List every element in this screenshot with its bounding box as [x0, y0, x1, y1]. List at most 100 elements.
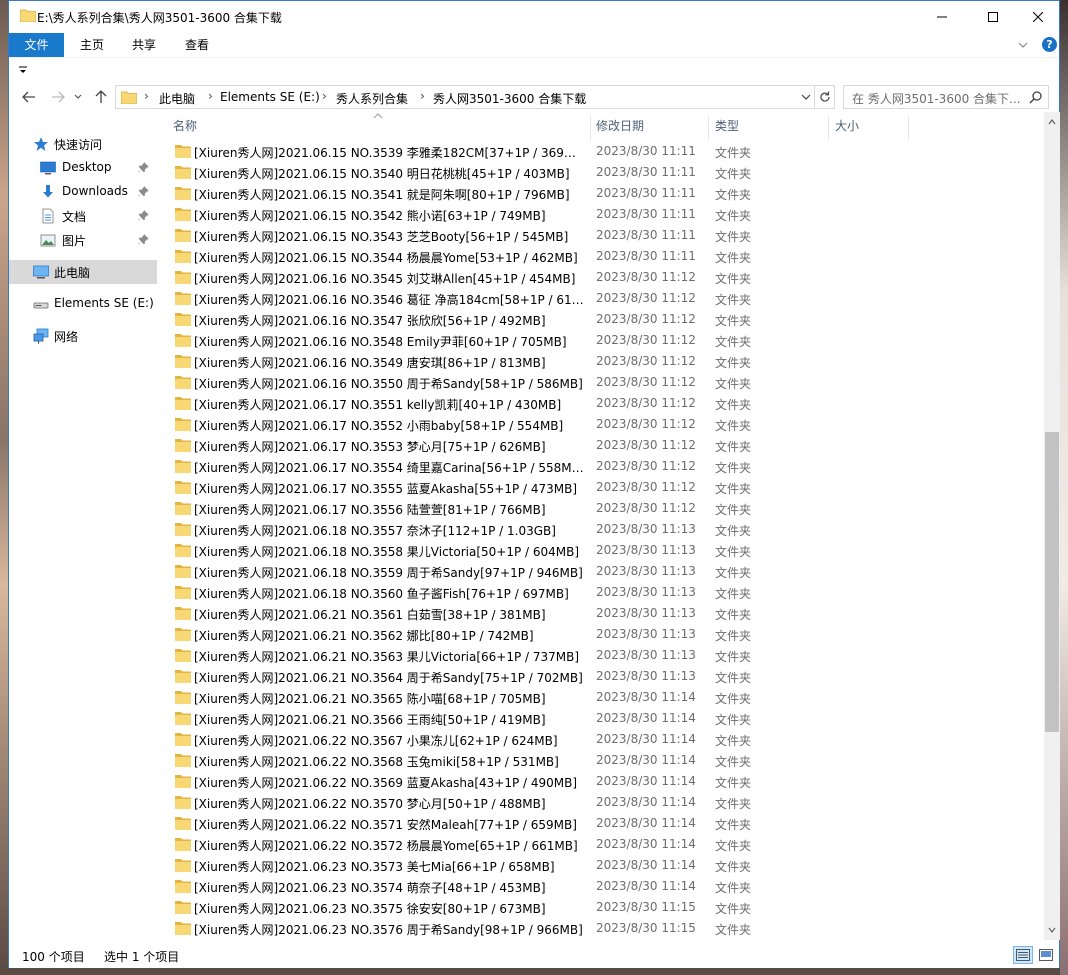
refresh-button[interactable] [815, 85, 835, 109]
column-divider[interactable] [590, 116, 591, 140]
tab-view[interactable]: 查看 [174, 33, 220, 57]
chevron-down-icon[interactable] [1016, 38, 1030, 52]
breadcrumb-collection[interactable]: 秀人系列合集 [336, 90, 408, 107]
file-row[interactable]: [Xiuren秀人网]2021.06.21 NO.3563 果儿Victoria… [159, 645, 1044, 666]
breadcrumb-separator[interactable]: › [420, 89, 425, 103]
file-row[interactable]: [Xiuren秀人网]2021.06.21 NO.3565 陈小喵[68+1P … [159, 687, 1044, 708]
file-name[interactable]: [Xiuren秀人网]2021.06.15 NO.3539 李雅柔182CM[3… [194, 144, 584, 161]
file-row[interactable]: [Xiuren秀人网]2021.06.17 NO.3556 陆萱萱[81+1P … [159, 498, 1044, 519]
file-name[interactable]: [Xiuren秀人网]2021.06.17 NO.3551 kelly凯莉[40… [194, 396, 584, 413]
file-name[interactable]: [Xiuren秀人网]2021.06.16 NO.3547 张欣欣[56+1P … [194, 312, 584, 329]
customize-toolbar-icon[interactable] [17, 64, 29, 76]
file-name[interactable]: [Xiuren秀人网]2021.06.18 NO.3559 周于希Sandy[9… [194, 564, 584, 581]
sidebar-item-this-pc[interactable]: 此电脑 [9, 260, 157, 284]
file-row[interactable]: [Xiuren秀人网]2021.06.18 NO.3560 鱼子酱Fish[76… [159, 582, 1044, 603]
breadcrumb-separator[interactable]: › [144, 89, 149, 103]
file-row[interactable]: [Xiuren秀人网]2021.06.16 NO.3549 唐安琪[86+1P … [159, 351, 1044, 372]
file-name[interactable]: [Xiuren秀人网]2021.06.22 NO.3570 梦心月[50+1P … [194, 795, 584, 812]
file-name[interactable]: [Xiuren秀人网]2021.06.23 NO.3576 周于希Sandy[9… [194, 921, 584, 938]
file-row[interactable]: [Xiuren秀人网]2021.06.23 NO.3575 徐安安[80+1P … [159, 897, 1044, 918]
large-icons-view-button[interactable] [1036, 946, 1056, 964]
column-divider[interactable] [828, 116, 829, 140]
breadcrumb-separator[interactable]: › [208, 89, 213, 103]
sidebar-item-desktop[interactable]: Desktop [9, 156, 157, 180]
scroll-down-icon[interactable] [1048, 926, 1056, 934]
file-name[interactable]: [Xiuren秀人网]2021.06.16 NO.3546 葛征 净高184cm… [194, 291, 584, 308]
file-name[interactable]: [Xiuren秀人网]2021.06.21 NO.3566 王雨纯[50+1P … [194, 711, 584, 728]
column-divider[interactable] [708, 116, 709, 140]
file-row[interactable]: [Xiuren秀人网]2021.06.21 NO.3566 王雨纯[50+1P … [159, 708, 1044, 729]
help-icon[interactable]: ? [1042, 37, 1057, 52]
file-row[interactable]: [Xiuren秀人网]2021.06.23 NO.3573 美七Mia[66+1… [159, 855, 1044, 876]
file-row[interactable]: [Xiuren秀人网]2021.06.15 NO.3539 李雅柔182CM[3… [159, 141, 1044, 162]
sidebar-item-network[interactable]: 网络 [9, 324, 157, 348]
file-row[interactable]: [Xiuren秀人网]2021.06.15 NO.3542 熊小诺[63+1P … [159, 204, 1044, 225]
file-name[interactable]: [Xiuren秀人网]2021.06.23 NO.3574 萌奈子[48+1P … [194, 879, 584, 896]
file-name[interactable]: [Xiuren秀人网]2021.06.18 NO.3560 鱼子酱Fish[76… [194, 585, 584, 602]
file-row[interactable]: [Xiuren秀人网]2021.06.22 NO.3570 梦心月[50+1P … [159, 792, 1044, 813]
file-name[interactable]: [Xiuren秀人网]2021.06.15 NO.3543 芝芝Booty[56… [194, 228, 584, 245]
column-header-name[interactable]: 名称 [173, 112, 593, 141]
file-name[interactable]: [Xiuren秀人网]2021.06.22 NO.3568 玉兔miki[58+… [194, 753, 584, 770]
breadcrumb-this-pc[interactable]: 此电脑 [159, 90, 195, 107]
sidebar-item-quick-access[interactable]: 快速访问 [9, 132, 157, 156]
tab-file[interactable]: 文件 [9, 33, 64, 57]
file-row[interactable]: [Xiuren秀人网]2021.06.18 NO.3559 周于希Sandy[9… [159, 561, 1044, 582]
vertical-scrollbar[interactable] [1044, 112, 1060, 940]
file-row[interactable]: [Xiuren秀人网]2021.06.23 NO.3576 周于希Sandy[9… [159, 918, 1044, 939]
sidebar-item-pictures[interactable]: 图片 [9, 228, 157, 252]
file-row[interactable]: [Xiuren秀人网]2021.06.17 NO.3553 梦心月[75+1P … [159, 435, 1044, 456]
file-row[interactable]: [Xiuren秀人网]2021.06.22 NO.3572 杨晨晨Yome[65… [159, 834, 1044, 855]
column-header-date[interactable]: 修改日期 [596, 112, 706, 141]
file-name[interactable]: [Xiuren秀人网]2021.06.15 NO.3544 杨晨晨Yome[53… [194, 249, 584, 266]
tab-share[interactable]: 共享 [121, 33, 167, 57]
scroll-up-icon[interactable] [1048, 118, 1056, 126]
recent-locations-button[interactable] [72, 88, 84, 106]
file-name[interactable]: [Xiuren秀人网]2021.06.15 NO.3540 明日花桃桃[45+1… [194, 165, 584, 182]
column-divider[interactable] [908, 116, 909, 140]
breadcrumb-drive[interactable]: Elements SE (E:) [220, 90, 320, 104]
column-header-size[interactable]: 大小 [835, 112, 905, 141]
file-row[interactable]: [Xiuren秀人网]2021.06.18 NO.3558 果儿Victoria… [159, 540, 1044, 561]
file-row[interactable]: [Xiuren秀人网]2021.06.15 NO.3543 芝芝Booty[56… [159, 225, 1044, 246]
file-row[interactable]: [Xiuren秀人网]2021.06.22 NO.3567 小果冻儿[62+1P… [159, 729, 1044, 750]
file-row[interactable]: [Xiuren秀人网]2021.06.15 NO.3544 杨晨晨Yome[53… [159, 246, 1044, 267]
file-name[interactable]: [Xiuren秀人网]2021.06.22 NO.3572 杨晨晨Yome[65… [194, 837, 584, 854]
file-name[interactable]: [Xiuren秀人网]2021.06.16 NO.3549 唐安琪[86+1P … [194, 354, 584, 371]
file-row[interactable]: [Xiuren秀人网]2021.06.23 NO.3574 萌奈子[48+1P … [159, 876, 1044, 897]
sidebar-item-documents[interactable]: 文档 [9, 204, 157, 228]
forward-button[interactable] [48, 88, 68, 106]
details-view-button[interactable] [1013, 946, 1033, 964]
file-name[interactable]: [Xiuren秀人网]2021.06.23 NO.3575 徐安安[80+1P … [194, 900, 584, 917]
file-row[interactable]: [Xiuren秀人网]2021.06.21 NO.3562 娜比[80+1P /… [159, 624, 1044, 645]
file-name[interactable]: [Xiuren秀人网]2021.06.21 NO.3565 陈小喵[68+1P … [194, 690, 584, 707]
file-name[interactable]: [Xiuren秀人网]2021.06.17 NO.3553 梦心月[75+1P … [194, 438, 584, 455]
back-button[interactable] [19, 88, 39, 106]
breadcrumb-separator[interactable]: › [322, 89, 327, 103]
file-name[interactable]: [Xiuren秀人网]2021.06.21 NO.3562 娜比[80+1P /… [194, 627, 584, 644]
file-row[interactable]: [Xiuren秀人网]2021.06.22 NO.3569 蓝夏Akasha[4… [159, 771, 1044, 792]
up-button[interactable] [91, 88, 111, 106]
sidebar-item-drive[interactable]: Elements SE (E:) [9, 292, 157, 316]
sidebar-item-downloads[interactable]: Downloads [9, 180, 157, 204]
minimize-button[interactable] [919, 1, 965, 32]
search-icon[interactable] [1029, 90, 1043, 104]
address-bar[interactable]: › 此电脑 › Elements SE (E:) › 秀人系列合集 › 秀人网3… [115, 85, 815, 109]
file-name[interactable]: [Xiuren秀人网]2021.06.17 NO.3554 绮里嘉Carina[… [194, 459, 584, 476]
file-name[interactable]: [Xiuren秀人网]2021.06.16 NO.3548 Emily尹菲[60… [194, 333, 584, 350]
file-name[interactable]: [Xiuren秀人网]2021.06.17 NO.3552 小雨baby[58+… [194, 417, 584, 434]
file-row[interactable]: [Xiuren秀人网]2021.06.15 NO.3540 明日花桃桃[45+1… [159, 162, 1044, 183]
chevron-down-icon[interactable] [799, 90, 813, 104]
file-name[interactable]: [Xiuren秀人网]2021.06.21 NO.3564 周于希Sandy[7… [194, 669, 584, 686]
pin-icon[interactable] [138, 186, 149, 197]
file-row[interactable]: [Xiuren秀人网]2021.06.16 NO.3550 周于希Sandy[5… [159, 372, 1044, 393]
maximize-button[interactable] [970, 1, 1016, 32]
file-name[interactable]: [Xiuren秀人网]2021.06.15 NO.3541 就是阿朱啊[80+1… [194, 186, 584, 203]
file-name[interactable]: [Xiuren秀人网]2021.06.16 NO.3550 周于希Sandy[5… [194, 375, 584, 392]
file-row[interactable]: [Xiuren秀人网]2021.06.17 NO.3555 蓝夏Akasha[5… [159, 477, 1044, 498]
pin-icon[interactable] [138, 210, 149, 221]
file-name[interactable]: [Xiuren秀人网]2021.06.22 NO.3569 蓝夏Akasha[4… [194, 774, 584, 791]
file-name[interactable]: [Xiuren秀人网]2021.06.18 NO.3557 奈沐子[112+1P… [194, 522, 584, 539]
pin-icon[interactable] [138, 234, 149, 245]
file-row[interactable]: [Xiuren秀人网]2021.06.17 NO.3554 绮里嘉Carina[… [159, 456, 1044, 477]
